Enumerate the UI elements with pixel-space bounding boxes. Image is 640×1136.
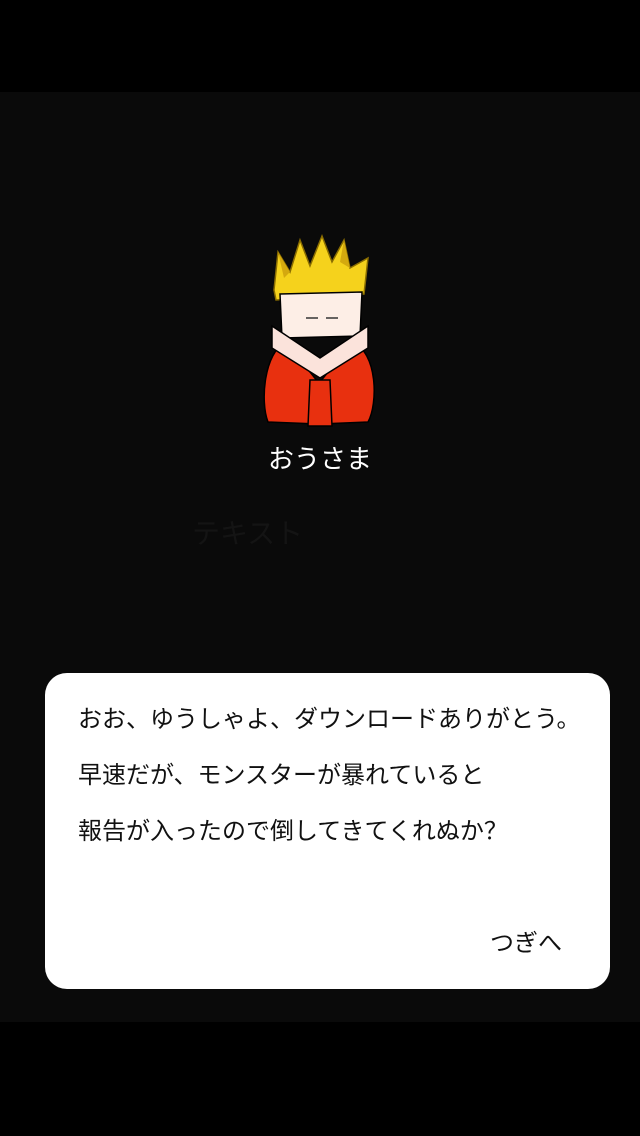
top-letterbox	[0, 0, 640, 92]
next-button[interactable]: つぎへ	[490, 925, 562, 961]
dialog-line-3: 報告が入ったので倒してきてくれぬか？	[78, 817, 508, 845]
dialog-box[interactable]: おお、ゆうしゃよ、ダウンロードありがとう。 早速だが、モンスターが暴れていると …	[45, 673, 610, 989]
king-icon	[256, 232, 384, 432]
dialog-line-1: おお、ゆうしゃよ、ダウンロードありがとう。	[78, 705, 581, 733]
dialog-line-2: 早速だが、モンスターが暴れていると	[78, 761, 485, 789]
speaker-name: おうさま	[267, 445, 372, 475]
bottom-letterbox	[0, 1022, 640, 1136]
placeholder-text: テキスト	[192, 517, 304, 550]
